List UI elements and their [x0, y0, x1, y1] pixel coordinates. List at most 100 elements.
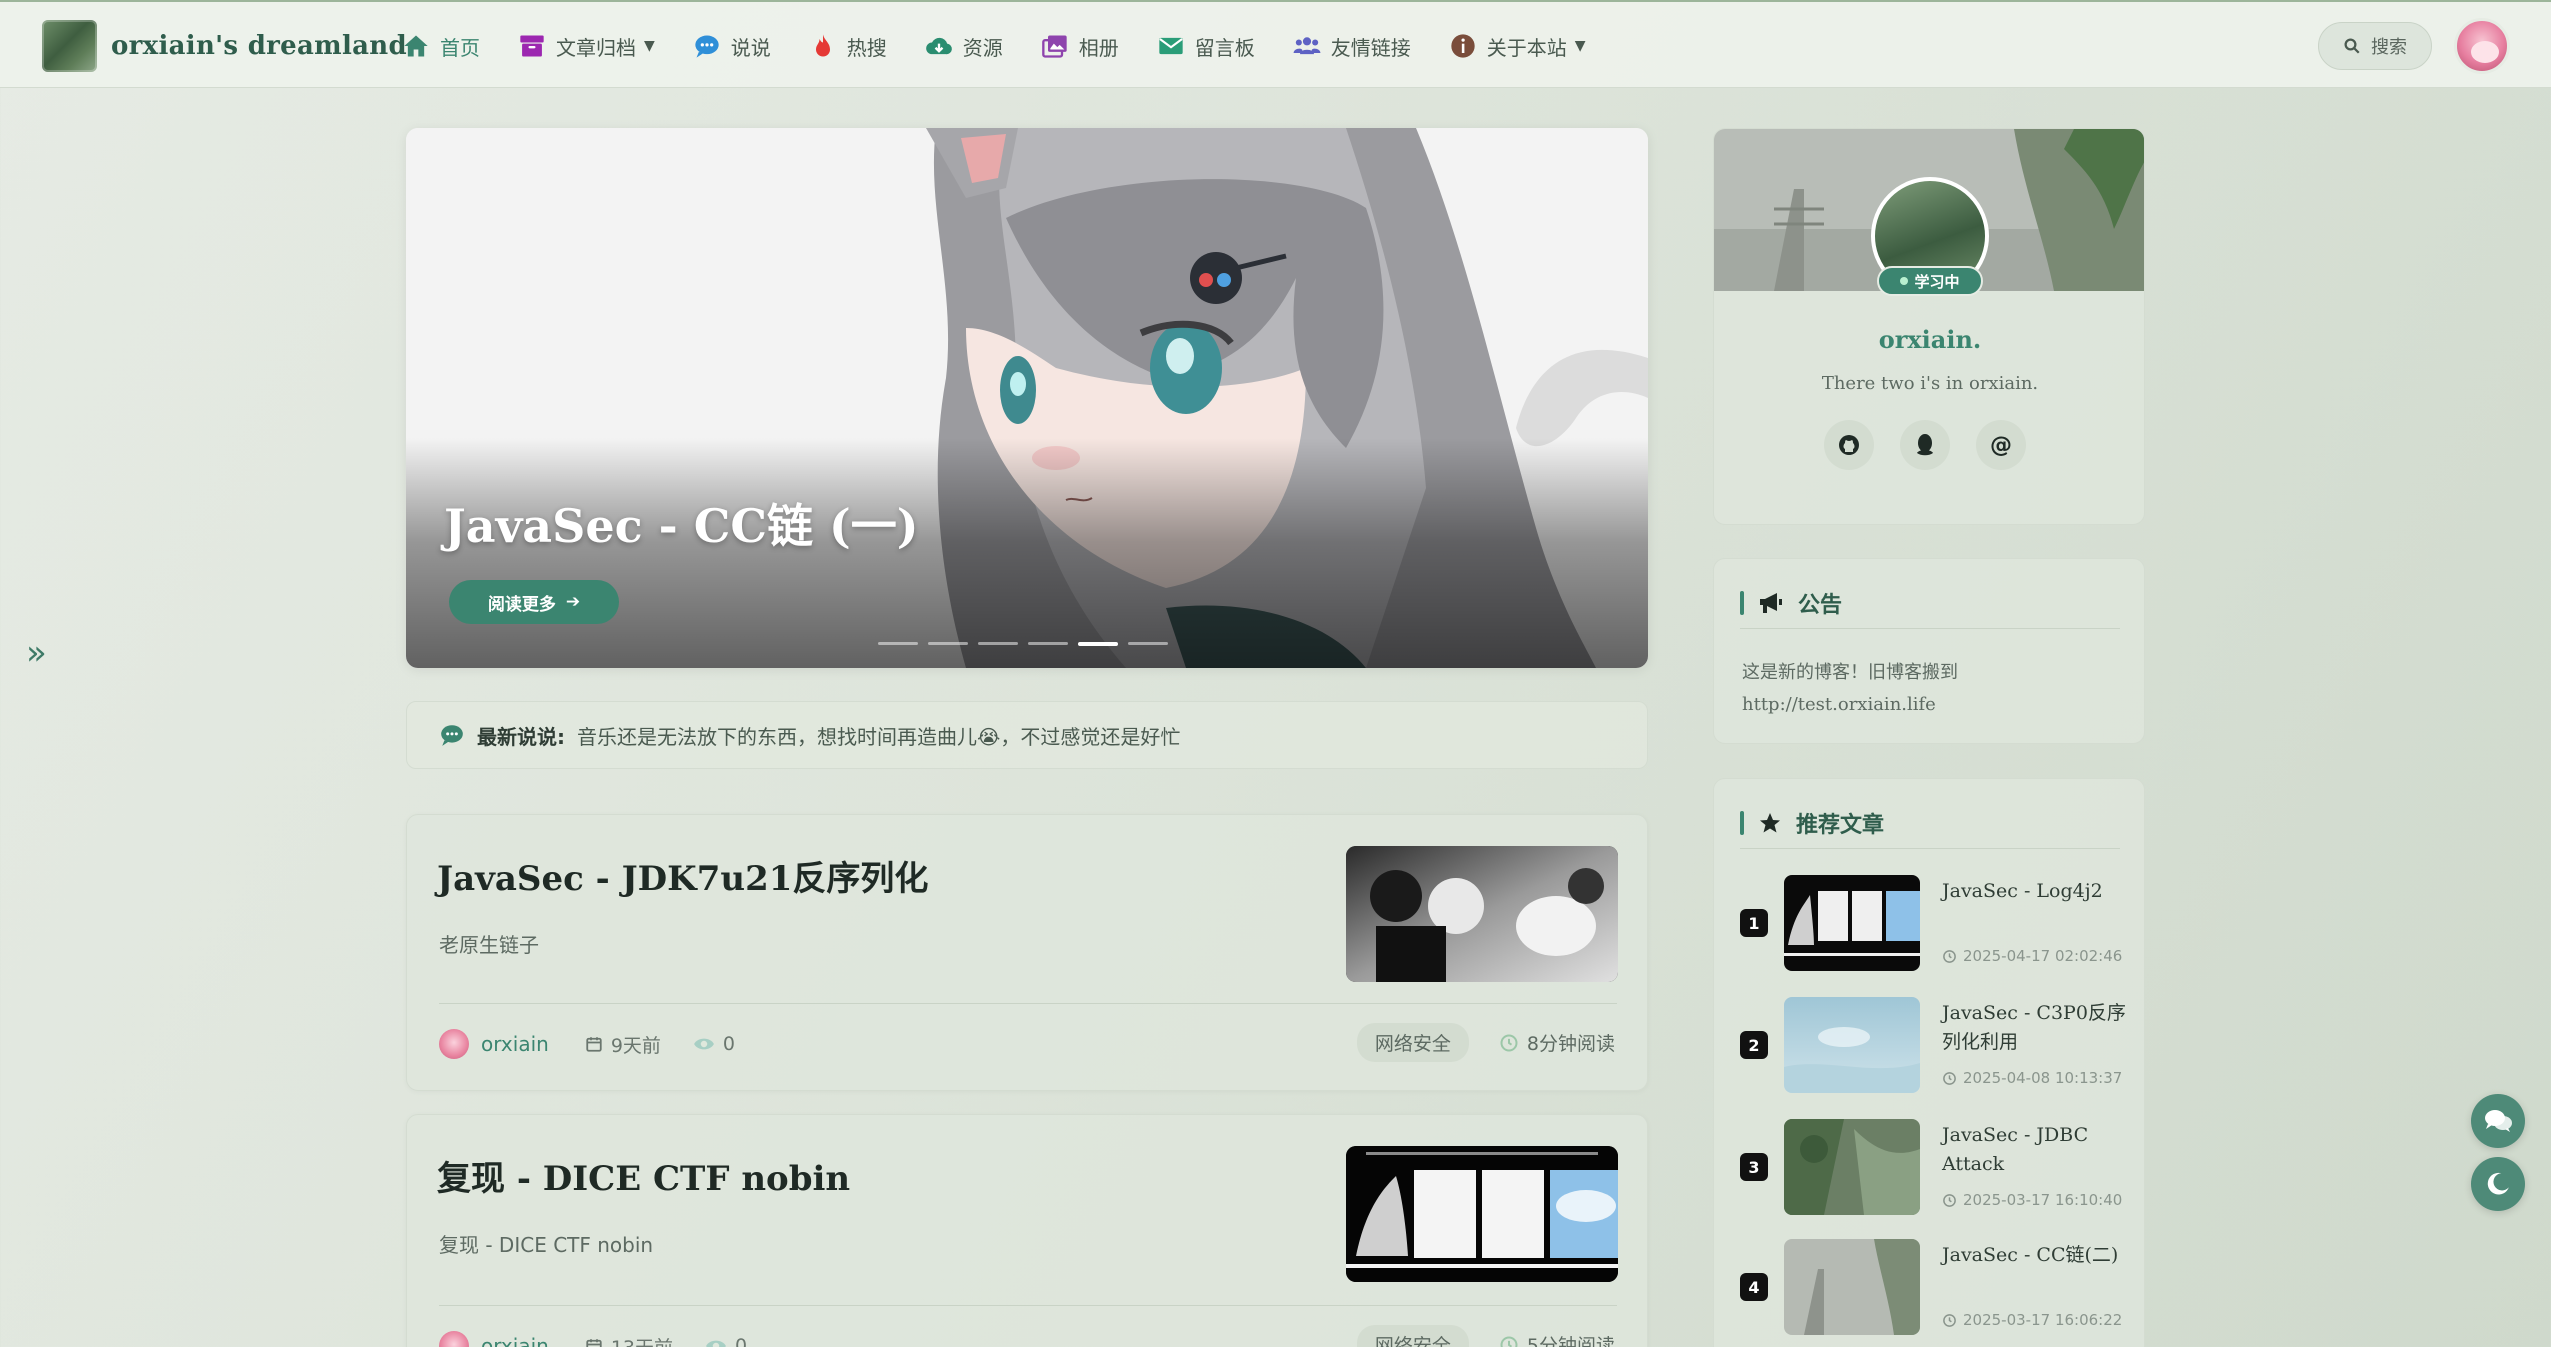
chat-button[interactable]	[2471, 1094, 2525, 1148]
post-card[interactable]: JavaSec - JDK7u21反序列化 老原生链子 orxiain 9天前 …	[406, 814, 1648, 1091]
recommended-header: 推荐文章	[1740, 805, 2120, 849]
comment-icon	[695, 35, 719, 58]
chevron-down-icon: ▼	[644, 38, 655, 54]
clock-icon	[1500, 1034, 1518, 1051]
post-views-count: 0	[735, 1335, 748, 1347]
notice-card: 公告 这是新的博客！旧博客搬到 http://test.orxiain.life	[1713, 558, 2145, 744]
nav-item-about[interactable]: 关于本站 ▼	[1449, 26, 1586, 66]
qq-link[interactable]	[1900, 420, 1950, 470]
nav-item-resources[interactable]: 资源	[925, 26, 1003, 66]
recommended-card: 推荐文章 1 JavaSec - Log4j2 2025-04-17 02:02…	[1713, 778, 2145, 1347]
hero-title[interactable]: JavaSec - CC链 (一)	[444, 490, 919, 556]
archive-icon	[520, 35, 544, 57]
read-time: 5分钟阅读	[1499, 1331, 1615, 1347]
nav-item-hot[interactable]: 热搜	[809, 26, 887, 66]
carousel-indicators	[878, 642, 1168, 646]
brand-logo[interactable]	[42, 20, 97, 72]
recommended-title: 推荐文章	[1796, 812, 1885, 838]
nav-item-album[interactable]: 相册	[1041, 26, 1119, 66]
github-icon	[1839, 435, 1859, 455]
nav-label: 友情链接	[1330, 35, 1411, 60]
latest-says-bar[interactable]: 最新说说: 音乐还是无法放下的东西，想找时间再造曲儿😭，不过感觉还是好忙	[406, 701, 1648, 769]
read-time: 8分钟阅读	[1499, 1029, 1615, 1056]
carousel-dot[interactable]	[1128, 642, 1168, 645]
post-tags: 网络安全 8分钟阅读	[1356, 1023, 1615, 1062]
notice-header: 公告	[1740, 585, 2120, 629]
nav-item-guestbook[interactable]: 留言板	[1157, 26, 1255, 66]
post-thumbnail[interactable]	[1346, 846, 1618, 982]
post-excerpt: 复现 - DICE CTF nobin	[439, 1233, 654, 1257]
clock-icon	[1943, 1193, 1956, 1207]
post-date: 9天前	[585, 1031, 661, 1058]
carousel-dot[interactable]	[978, 642, 1018, 645]
comments-icon	[2485, 1110, 2512, 1132]
status-dot-icon	[1900, 277, 1909, 285]
recommended-item-title[interactable]: JavaSec - JDBC Attack	[1942, 1121, 2126, 1179]
post-author[interactable]: orxiain	[481, 1334, 549, 1347]
notice-text: 这是新的博客！旧博客搬到 http://test.orxiain.life	[1742, 662, 1958, 715]
notice-title: 公告	[1798, 592, 1843, 618]
author-avatar[interactable]	[439, 1331, 469, 1347]
brand-name[interactable]: orxiain's dreamland	[111, 31, 407, 61]
post-title[interactable]: JavaSec - JDK7u21反序列化	[437, 851, 928, 900]
read-more-button[interactable]: 阅读更多 ➔	[449, 580, 619, 624]
date-text: 2025-03-17 16:06:22	[1963, 1311, 2123, 1329]
nav-item-friends[interactable]: 友情链接	[1293, 26, 1411, 66]
dark-mode-toggle[interactable]	[2471, 1157, 2525, 1211]
github-link[interactable]	[1824, 420, 1874, 470]
recommended-item-title[interactable]: JavaSec - Log4j2	[1942, 877, 2126, 906]
nav-item-says[interactable]: 说说	[693, 26, 771, 66]
comment-icon	[441, 725, 463, 746]
carousel-dot[interactable]	[1028, 642, 1068, 645]
chevron-down-icon: ▼	[1574, 38, 1586, 54]
hero-carousel[interactable]: JavaSec - CC链 (一) 阅读更多 ➔	[406, 128, 1648, 668]
search-button[interactable]: 搜索	[2318, 22, 2432, 70]
recommended-item-title[interactable]: JavaSec - C3P0反序列化利用	[1942, 999, 2126, 1057]
post-card[interactable]: 复现 - DICE CTF nobin 复现 - DICE CTF nobin …	[406, 1114, 1648, 1347]
recommended-thumbnail[interactable]	[1784, 875, 1920, 971]
moon-icon	[2487, 1172, 2509, 1195]
author-avatar[interactable]	[439, 1029, 469, 1059]
nav-item-home[interactable]: 首页	[402, 26, 480, 66]
home-icon	[404, 35, 428, 57]
email-link[interactable]: @	[1976, 420, 2026, 470]
read-time-text: 8分钟阅读	[1526, 1033, 1615, 1055]
category-tag[interactable]: 网络安全	[1356, 1325, 1469, 1347]
post-author[interactable]: orxiain	[481, 1032, 549, 1056]
recommended-item[interactable]: 4 JavaSec - CC链(二) 2025-03-17 16:06:22	[1740, 1239, 2126, 1335]
recommended-item-date: 2025-03-17 16:10:40	[1942, 1191, 2122, 1209]
nav-item-archive[interactable]: 文章归档 ▼	[518, 26, 655, 66]
calendar-icon	[586, 1339, 602, 1347]
recommended-thumbnail[interactable]	[1784, 1119, 1920, 1215]
post-tags: 网络安全 5分钟阅读	[1356, 1325, 1615, 1347]
category-tag[interactable]: 网络安全	[1356, 1023, 1469, 1062]
recommended-item[interactable]: 3 JavaSec - JDBC Attack 2025-03-17 16:10…	[1740, 1119, 2126, 1215]
date-text: 2025-04-17 02:02:46	[1963, 947, 2123, 965]
recommended-item[interactable]: 2 JavaSec - C3P0反序列化利用 2025-04-08 10:13:…	[1740, 997, 2126, 1093]
recommended-thumbnail[interactable]	[1784, 997, 1920, 1093]
post-views: 0	[693, 1033, 735, 1055]
says-text: 音乐还是无法放下的东西，想找时间再造曲儿😭，不过感觉还是好忙	[577, 724, 1181, 749]
cloud-download-icon	[925, 37, 952, 55]
envelope-icon	[1159, 37, 1183, 55]
date-text: 2025-03-17 16:10:40	[1963, 1191, 2123, 1209]
clock-icon	[1500, 1336, 1518, 1347]
post-meta: orxiain 9天前 0	[439, 1029, 767, 1059]
carousel-dot[interactable]	[878, 642, 918, 645]
nav-label: 资源	[962, 35, 1003, 60]
divider	[439, 1003, 1617, 1004]
user-avatar[interactable]	[2454, 18, 2510, 74]
says-label: 最新说说:	[477, 724, 565, 749]
carousel-dot[interactable]	[928, 642, 968, 645]
recommended-item[interactable]: 1 JavaSec - Log4j2 2025-04-17 02:02:46	[1740, 875, 2126, 971]
rank-badge: 1	[1740, 909, 1768, 937]
recommended-thumbnail[interactable]	[1784, 1239, 1920, 1335]
post-thumbnail[interactable]	[1346, 1146, 1618, 1282]
post-title[interactable]: 复现 - DICE CTF nobin	[437, 1151, 850, 1200]
recommended-item-title[interactable]: JavaSec - CC链(二)	[1942, 1241, 2126, 1270]
rank-badge: 4	[1740, 1273, 1768, 1301]
carousel-dot-active[interactable]	[1078, 642, 1118, 646]
sidebar-toggle-icon[interactable]: »	[26, 636, 56, 670]
brand[interactable]: orxiain's dreamland	[42, 20, 407, 72]
status-text: 学习中	[1914, 272, 1960, 291]
